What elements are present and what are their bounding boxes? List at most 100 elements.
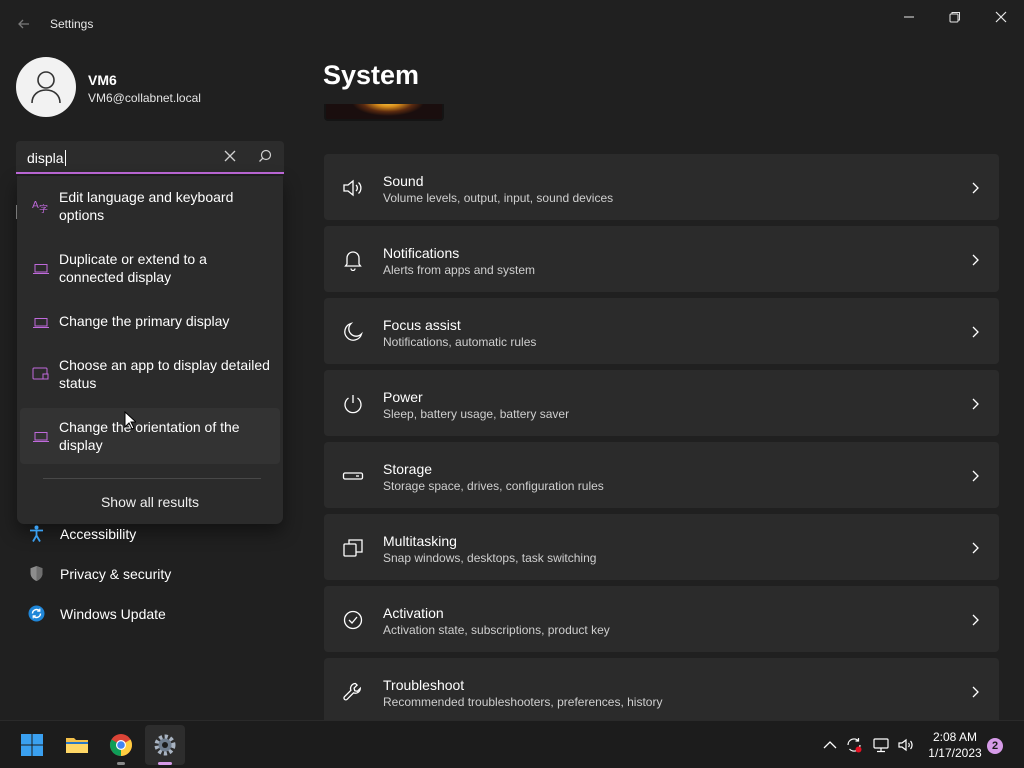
chevron-right-icon (970, 181, 980, 194)
card-title: Activation (383, 605, 444, 621)
mouse-pointer-icon (124, 410, 138, 430)
person-icon (31, 71, 61, 104)
chevron-right-icon (970, 325, 980, 338)
network-icon[interactable] (872, 736, 890, 754)
user-email: VM6@collabnet.local (88, 91, 201, 105)
sidebar-item-accessibility[interactable]: Accessibility (20, 516, 280, 552)
suggestion-item[interactable]: Change the orientation of the display (20, 408, 280, 464)
back-arrow-icon[interactable] (14, 14, 34, 34)
notification-count-badge[interactable]: 2 (987, 738, 1003, 754)
windows-update-icon (28, 605, 45, 622)
settings-card-notifications[interactable]: Notifications Alerts from apps and syste… (324, 226, 999, 292)
card-subtitle: Sleep, battery usage, battery saver (383, 407, 570, 421)
laptop-display-icon (32, 316, 50, 330)
card-subtitle: Activation state, subscriptions, product… (383, 623, 610, 637)
settings-card-activation[interactable]: Activation Activation state, subscriptio… (324, 586, 999, 652)
close-button[interactable] (985, 6, 1017, 28)
card-subtitle: Alerts from apps and system (383, 263, 536, 277)
search-input[interactable]: displa (27, 150, 66, 166)
chevron-right-icon (970, 613, 980, 626)
card-title: Power (383, 389, 423, 405)
text-caret (64, 150, 66, 166)
sidebar-item-label: Accessibility (60, 526, 137, 542)
folder-icon (66, 738, 88, 753)
settings-card-multitasking[interactable]: Multitasking Snap windows, desktops, tas… (324, 514, 999, 580)
search-icon[interactable] (258, 149, 272, 163)
sidebar-item-label: Privacy & security (60, 566, 172, 582)
search-value: displa (27, 150, 64, 166)
multitasking-icon (342, 537, 364, 559)
clock-date[interactable]: 1/17/2023 (920, 746, 990, 760)
chevron-right-icon (970, 541, 980, 554)
speaker-icon (342, 177, 364, 199)
search-box[interactable]: displa (16, 141, 284, 174)
settings-card-storage[interactable]: Storage Storage space, drives, configura… (324, 442, 999, 508)
suggestion-item[interactable]: Duplicate or extend to a connected displ… (20, 242, 280, 296)
chevron-right-icon (970, 397, 980, 410)
power-icon (342, 393, 364, 415)
svg-text:A: A (32, 200, 39, 211)
suggestion-label: Duplicate or extend to a connected displ… (59, 251, 207, 285)
suggestion-label: Edit language and keyboard options (59, 189, 234, 223)
running-indicator (117, 762, 125, 765)
dropdown-divider (43, 478, 261, 479)
title-bar: Settings (0, 0, 1024, 48)
card-subtitle: Snap windows, desktops, task switching (383, 551, 597, 565)
card-title: Troubleshoot (383, 677, 465, 693)
sidebar-item-windows-update[interactable]: Windows Update (20, 596, 280, 632)
settings-card-power[interactable]: Power Sleep, battery usage, battery save… (324, 370, 999, 436)
volume-icon[interactable] (897, 736, 915, 754)
taskbar-settings[interactable] (145, 725, 185, 765)
gear-icon (154, 734, 176, 756)
taskbar-file-explorer[interactable] (57, 725, 97, 765)
check-circle-icon (342, 609, 364, 631)
taskbar: 2:08 AM 1/17/2023 2 (0, 720, 1024, 768)
taskbar-start-button[interactable] (12, 725, 52, 765)
clear-search-icon[interactable] (223, 149, 237, 163)
chrome-icon (110, 734, 132, 756)
suggestion-item[interactable]: A字 Edit language and keyboard options (20, 180, 280, 234)
clock-time[interactable]: 2:08 AM (920, 730, 990, 744)
search-suggestions-dropdown: A字 Edit language and keyboard options Du… (17, 176, 283, 524)
card-title: Multitasking (383, 533, 457, 549)
suggestion-label: Choose an app to display detailed status (59, 357, 270, 391)
desktop-wallpaper-preview[interactable] (324, 104, 444, 121)
sidebar-item-label: Windows Update (60, 606, 166, 622)
taskbar-chrome[interactable] (101, 725, 141, 765)
avatar[interactable] (16, 57, 76, 117)
chevron-up-icon[interactable] (821, 736, 839, 754)
accessibility-icon (28, 525, 45, 542)
chevron-right-icon (970, 253, 980, 266)
shield-icon (28, 565, 45, 582)
settings-card-focus-assist[interactable]: Focus assist Notifications, automatic ru… (324, 298, 999, 364)
card-subtitle: Notifications, automatic rules (383, 335, 537, 349)
active-app-indicator (158, 762, 172, 765)
bell-icon (342, 249, 364, 272)
laptop-display-icon (32, 262, 50, 276)
card-title: Notifications (383, 245, 460, 261)
suggestion-label: Change the primary display (59, 313, 230, 329)
moon-icon (342, 321, 364, 343)
card-subtitle: Volume levels, output, input, sound devi… (383, 191, 614, 205)
suggestion-item[interactable]: Change the primary display (20, 304, 280, 340)
card-title: Storage (383, 461, 433, 477)
suggestion-label: Change the orientation of the display (59, 419, 240, 453)
sync-alert-icon[interactable] (845, 736, 863, 754)
app-title: Settings (50, 17, 94, 31)
laptop-display-icon (32, 430, 50, 444)
restore-button[interactable] (939, 6, 971, 28)
wrench-icon (342, 681, 364, 703)
chevron-right-icon (970, 469, 980, 482)
show-all-results-link[interactable]: Show all results (17, 494, 283, 510)
user-name: VM6 (88, 72, 117, 88)
minimize-button[interactable] (893, 6, 925, 28)
lock-screen-status-icon (32, 367, 50, 381)
card-subtitle: Recommended troubleshooters, preferences… (383, 695, 663, 709)
settings-card-sound[interactable]: Sound Volume levels, output, input, soun… (324, 154, 999, 220)
card-title: Sound (383, 173, 424, 189)
page-title: System (323, 60, 420, 90)
storage-drive-icon (342, 465, 364, 487)
sidebar-item-privacy-security[interactable]: Privacy & security (20, 556, 280, 592)
suggestion-item[interactable]: Choose an app to display detailed status (20, 348, 280, 402)
settings-card-troubleshoot[interactable]: Troubleshoot Recommended troubleshooters… (324, 658, 999, 724)
